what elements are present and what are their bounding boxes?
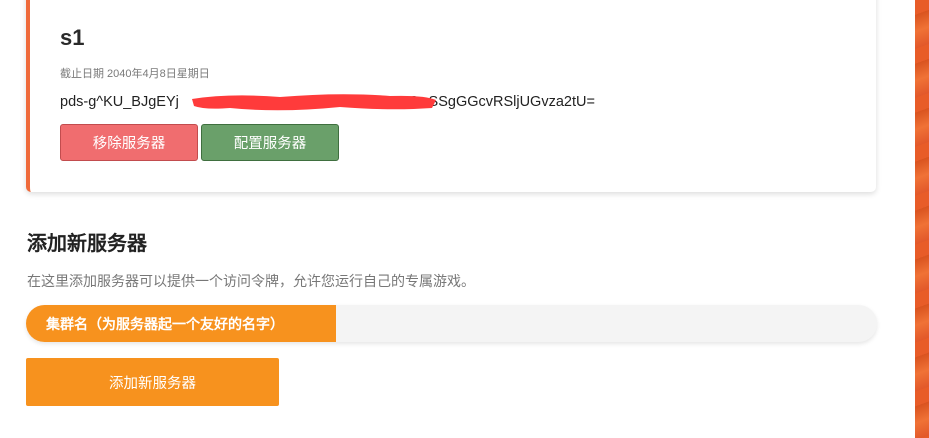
- cluster-name-label: 集群名（为服务器起一个友好的名字）: [26, 305, 336, 342]
- cluster-name-input[interactable]: [336, 305, 877, 342]
- server-expiry-date: 截止日期 2040年4月8日星期日: [60, 68, 210, 80]
- add-server-description: 在这里添加服务器可以提供一个访问令牌，允许您运行自己的专属游戏。: [27, 273, 475, 289]
- right-gutter: [893, 0, 915, 438]
- configure-server-button[interactable]: 配置服务器: [201, 124, 339, 161]
- remove-server-button[interactable]: 移除服务器: [60, 124, 198, 161]
- server-token: pds-g^KU_BJgEYj 9wSSgGGcvRSljUGvza2tU=: [60, 91, 760, 113]
- server-name: s1: [60, 25, 85, 50]
- add-server-button[interactable]: 添加新服务器: [26, 358, 279, 406]
- add-server-title: 添加新服务器: [27, 233, 147, 255]
- redaction-mark: [192, 94, 436, 111]
- decorative-side-strip: [915, 0, 929, 438]
- cluster-name-field: 集群名（为服务器起一个友好的名字）: [26, 305, 877, 342]
- server-card: s1 截止日期 2040年4月8日星期日 pds-g^KU_BJgEYj 9wS…: [26, 0, 876, 192]
- token-prefix: pds-g^KU_BJgEYj: [60, 94, 179, 110]
